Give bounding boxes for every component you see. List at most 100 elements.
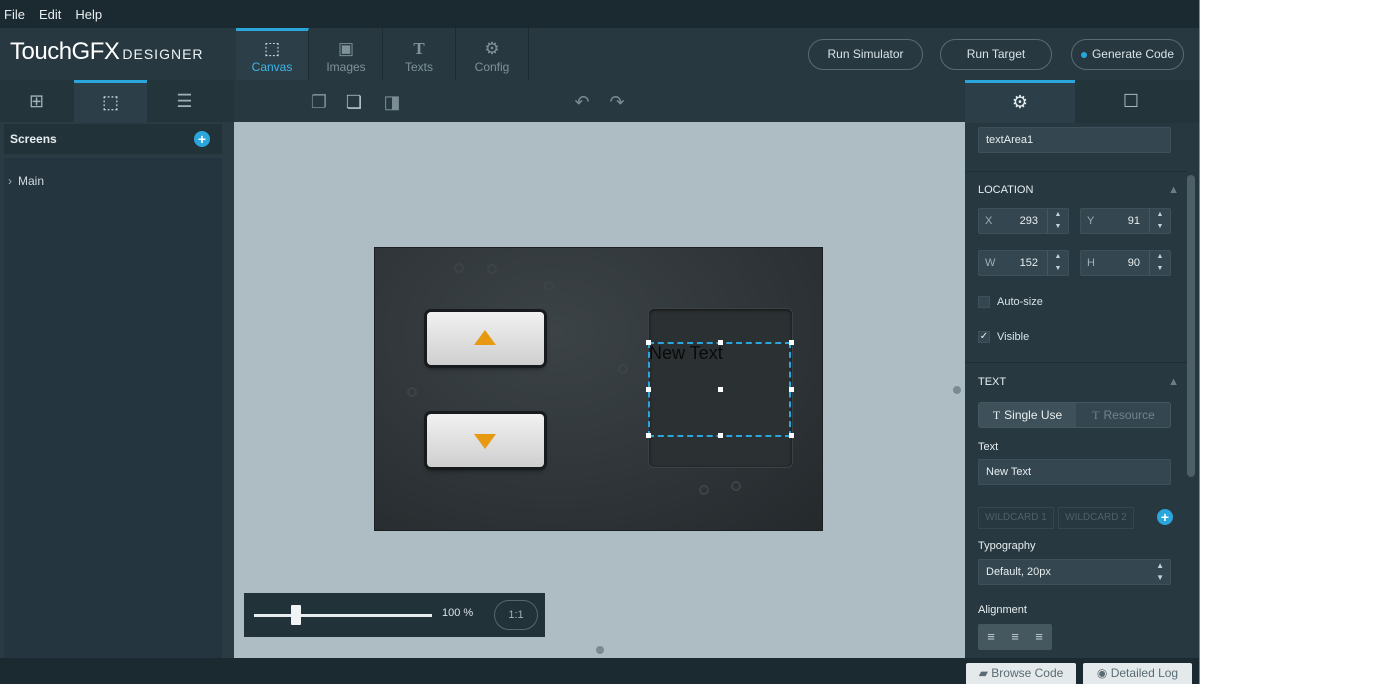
resource-label: Resource xyxy=(1103,408,1155,422)
single-use-option[interactable]: T Single Use xyxy=(979,403,1076,427)
spinner-icon[interactable]: ▲ ▼ xyxy=(1047,251,1068,275)
spinner-icon[interactable]: ▲ ▼ xyxy=(1149,209,1170,233)
text-value-field[interactable]: New Text xyxy=(978,459,1171,485)
resize-handle[interactable] xyxy=(718,433,723,438)
image-icon: ▣ xyxy=(337,39,355,58)
zoom-value: 100 % xyxy=(442,607,474,619)
run-simulator-button[interactable]: Run Simulator xyxy=(808,39,923,70)
autosize-checkbox[interactable] xyxy=(978,296,990,308)
screen-item-main[interactable]: › Main xyxy=(8,174,44,188)
tab-config[interactable]: ⚙ Config xyxy=(456,28,529,80)
bring-forward-icon[interactable]: ❐ xyxy=(304,88,334,116)
collapse-up-icon[interactable]: ▲ xyxy=(1168,184,1179,196)
zoom-reset-button[interactable]: 1:1 xyxy=(494,600,538,630)
selection-box[interactable] xyxy=(646,340,794,438)
y-value: 91 xyxy=(1127,215,1140,227)
detailed-log-label: Detailed Log xyxy=(1110,666,1179,680)
y-label: Y xyxy=(1087,215,1095,227)
h-label: H xyxy=(1087,257,1095,269)
wildcard1-button[interactable]: WILDCARD 1 xyxy=(978,507,1054,529)
menu-bar: File Edit Help xyxy=(0,0,1199,28)
tab-texts[interactable]: T Texts xyxy=(383,28,456,80)
resize-handle[interactable] xyxy=(646,433,651,438)
resize-handle[interactable] xyxy=(789,387,794,392)
properties-scrollbar[interactable] xyxy=(1187,175,1195,477)
x-field[interactable]: X 293 ▲ ▼ xyxy=(978,208,1069,234)
left-panel: ⊞ ⬚ ☰ Screens + › Main xyxy=(0,80,234,660)
h-field[interactable]: H 90 ▲ ▼ xyxy=(1080,250,1171,276)
device-screen[interactable]: New Text xyxy=(374,247,823,531)
down-button[interactable] xyxy=(427,414,544,467)
arrange-icon[interactable]: ◨ xyxy=(377,88,407,116)
properties-tab-icon[interactable]: ⚙ xyxy=(965,80,1075,123)
typography-value: Default, 20px xyxy=(986,566,1051,578)
canvas-icon: ⬚ xyxy=(263,39,281,58)
up-button[interactable] xyxy=(427,312,544,365)
visible-checkbox[interactable]: ✓ xyxy=(978,331,990,343)
single-use-label: Single Use xyxy=(1004,408,1063,422)
browse-code-button[interactable]: ▰ Browse Code xyxy=(966,663,1076,684)
collapse-up-icon[interactable]: ▲ xyxy=(1168,376,1179,388)
location-header: LOCATION xyxy=(978,184,1034,196)
status-bar: ▰ Browse Code ◉ Detailed Log xyxy=(0,658,1199,684)
w-field[interactable]: W 152 ▲ ▼ xyxy=(978,250,1069,276)
undo-icon[interactable]: ↶ xyxy=(567,88,597,116)
y-field[interactable]: Y 91 ▲ ▼ xyxy=(1080,208,1171,234)
resource-option[interactable]: T Resource xyxy=(1076,403,1171,427)
send-backward-icon[interactable]: ❏ xyxy=(339,88,369,116)
align-left-icon[interactable]: ≡ xyxy=(981,629,1001,645)
center-handle[interactable] xyxy=(718,387,723,392)
detailed-log-button[interactable]: ◉ Detailed Log xyxy=(1083,663,1192,684)
alignment-group: ≡ ≡ ≡ xyxy=(978,624,1052,650)
align-center-icon[interactable]: ≡ xyxy=(1005,629,1025,645)
menu-edit[interactable]: Edit xyxy=(39,7,61,22)
menu-file[interactable]: File xyxy=(4,7,25,22)
run-target-button[interactable]: Run Target xyxy=(940,39,1052,70)
redo-icon[interactable]: ↷ xyxy=(602,88,632,116)
add-screen-icon[interactable]: + xyxy=(194,131,210,147)
x-label: X xyxy=(985,215,993,227)
folder-icon: ▰ xyxy=(978,666,988,680)
resize-handle[interactable] xyxy=(789,433,794,438)
resize-handle[interactable] xyxy=(789,340,794,345)
resize-handle[interactable] xyxy=(718,340,723,345)
screen-item-label: Main xyxy=(18,174,45,188)
logo-main: TouchGFX xyxy=(10,38,120,65)
text-label: Text xyxy=(978,441,999,453)
settings-tab-icon[interactable]: ☰ xyxy=(148,80,221,122)
canvas-area[interactable]: New Text 100 % 1:1 xyxy=(234,122,965,658)
touchgfx-designer-window: File Edit Help TouchGFX DESIGNER ⬚ Canvas… xyxy=(0,0,1199,684)
zoom-slider-track[interactable] xyxy=(254,614,432,617)
text-type-icon: T xyxy=(992,408,1001,422)
spinner-icon[interactable]: ▲ ▼ xyxy=(1149,251,1170,275)
canvas-resize-handle[interactable] xyxy=(596,646,604,654)
alignment-label: Alignment xyxy=(978,604,1027,616)
resize-handle[interactable] xyxy=(646,387,651,392)
resize-handle[interactable] xyxy=(646,340,651,345)
autosize-label: Auto-size xyxy=(997,296,1043,308)
add-wildcard-icon[interactable]: + xyxy=(1157,509,1173,525)
tab-images[interactable]: ▣ Images xyxy=(310,28,383,80)
canvas-resize-handle[interactable] xyxy=(953,386,961,394)
screens-tab-icon[interactable]: ⬚ xyxy=(74,80,147,122)
tab-canvas[interactable]: ⬚ Canvas xyxy=(236,28,309,80)
typography-select[interactable]: Default, 20px ▲ ▼ xyxy=(978,559,1171,585)
align-right-icon[interactable]: ≡ xyxy=(1029,629,1049,645)
zoom-slider-knob[interactable] xyxy=(291,605,301,625)
interactions-tab-icon[interactable]: ☐ xyxy=(1076,80,1186,123)
screens-header: Screens + xyxy=(4,124,222,154)
widget-name-field[interactable]: textArea1 xyxy=(978,127,1171,153)
generate-code-button[interactable]: Generate Code xyxy=(1071,39,1184,70)
left-tabs: ⊞ ⬚ ☰ xyxy=(0,80,234,122)
canvas-toolbar: ❐ ❏ ◨ ↶ ↷ xyxy=(234,80,965,122)
add-widget-tab-icon[interactable]: ⊞ xyxy=(0,80,73,122)
spinner-icon[interactable]: ▲ ▼ xyxy=(1047,209,1068,233)
properties-panel: ⚙ ☐ textArea1 LOCATION ▲ X 293 ▲ ▼ Y 91 ▲… xyxy=(965,80,1199,660)
menu-help[interactable]: Help xyxy=(75,7,102,22)
circuit-decoration xyxy=(454,263,464,273)
circuit-decoration xyxy=(618,364,628,374)
arrow-down-icon xyxy=(474,434,496,449)
tab-texts-label: Texts xyxy=(404,60,433,74)
wildcard2-button[interactable]: WILDCARD 2 xyxy=(1058,507,1134,529)
top-toolbar: TouchGFX DESIGNER ⬚ Canvas ▣ Images T Tex… xyxy=(0,28,1199,80)
